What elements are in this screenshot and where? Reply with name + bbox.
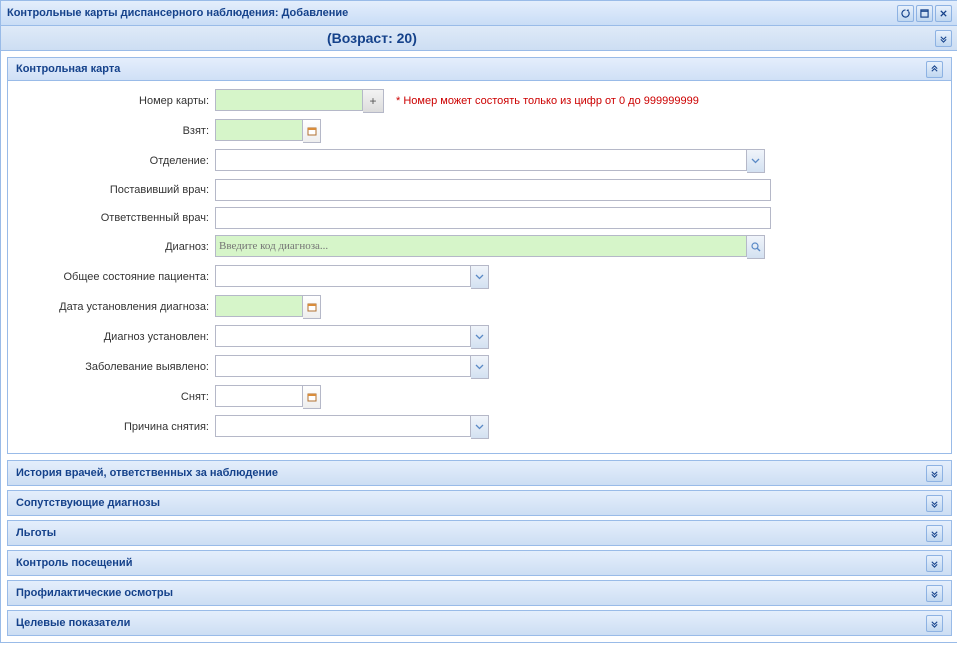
diagnosis-input[interactable] [215, 235, 747, 257]
department-label: Отделение: [14, 155, 215, 167]
collapsed-panel-header[interactable]: Контроль посещений [8, 551, 951, 575]
collapsed-panel-title: Профилактические осмотры [16, 587, 926, 599]
main-panel-header: Контрольная карта [8, 58, 951, 81]
diagnosis-label: Диагноз: [14, 241, 215, 253]
expand-down-icon[interactable] [926, 585, 943, 602]
collapsed-panel-header[interactable]: История врачей, ответственных за наблюде… [8, 461, 951, 485]
chevron-down-icon[interactable] [747, 149, 765, 173]
chevron-down-icon[interactable] [471, 325, 489, 349]
expand-down-icon[interactable] [926, 615, 943, 632]
diagnosis-date-label: Дата установления диагноза: [14, 301, 215, 313]
window-tools [897, 5, 952, 22]
expand-down-icon[interactable] [926, 525, 943, 542]
calendar-icon[interactable] [303, 385, 321, 409]
collapsed-panel: Целевые показатели [7, 610, 952, 636]
diagnosis-set-label: Диагноз установлен: [14, 331, 215, 343]
card-number-hint: * Номер может состоять только из цифр от… [396, 95, 699, 107]
removed-label: Снят: [14, 391, 215, 403]
patient-age-text: (Возраст: 20) [7, 30, 935, 46]
expand-down-icon[interactable] [926, 555, 943, 572]
patient-condition-label: Общее состояние пациента: [14, 271, 215, 283]
main-panel-title: Контрольная карта [16, 63, 926, 75]
search-icon[interactable] [747, 235, 765, 259]
collapsed-panel-header[interactable]: Целевые показатели [8, 611, 951, 635]
chevron-down-icon[interactable] [471, 415, 489, 439]
collapsed-panel: Профилактические осмотры [7, 580, 952, 606]
diagnosis-date-input[interactable] [215, 295, 303, 317]
close-icon[interactable] [935, 5, 952, 22]
main-panel: Контрольная карта Номер карты: + * Номер… [7, 57, 952, 454]
assigning-doctor-input[interactable] [215, 179, 771, 201]
card-number-label: Номер карты: [14, 95, 215, 107]
collapsed-panel-header[interactable]: Льготы [8, 521, 951, 545]
calendar-icon[interactable] [303, 295, 321, 319]
subbar-expand-icon[interactable] [935, 30, 952, 47]
collapsed-panel-header[interactable]: Профилактические осмотры [8, 581, 951, 605]
responsible-doctor-input[interactable] [215, 207, 771, 229]
collapsed-panel-title: Целевые показатели [16, 617, 926, 629]
collapsed-panel: Контроль посещений [7, 550, 952, 576]
window: Контрольные карты диспансерного наблюден… [0, 0, 957, 643]
refresh-icon[interactable] [897, 5, 914, 22]
removed-input[interactable] [215, 385, 303, 407]
collapsed-panel-title: Льготы [16, 527, 926, 539]
collapse-up-icon[interactable] [926, 61, 943, 78]
collapsed-panel-title: Сопутствующие диагнозы [16, 497, 926, 509]
assigning-doctor-label: Поставивший врач: [14, 184, 215, 196]
responsible-doctor-label: Ответственный врач: [14, 212, 215, 224]
collapsed-panel: Льготы [7, 520, 952, 546]
window-title: Контрольные карты диспансерного наблюден… [7, 7, 897, 19]
diagnosis-set-select[interactable] [215, 325, 471, 347]
plus-icon[interactable]: + [363, 89, 384, 113]
removal-reason-label: Причина снятия: [14, 421, 215, 433]
collapsed-panel: Сопутствующие диагнозы [7, 490, 952, 516]
collapsed-panel-title: Контроль посещений [16, 557, 926, 569]
calendar-icon[interactable] [303, 119, 321, 143]
department-select[interactable] [215, 149, 747, 171]
chevron-down-icon[interactable] [471, 355, 489, 379]
disease-found-label: Заболевание выявлено: [14, 361, 215, 373]
main-panel-body: Номер карты: + * Номер может состоять то… [8, 81, 951, 453]
window-titlebar: Контрольные карты диспансерного наблюден… [1, 1, 957, 26]
patient-subbar: (Возраст: 20) [1, 26, 957, 51]
taken-input[interactable] [215, 119, 303, 141]
expand-down-icon[interactable] [926, 465, 943, 482]
collapsed-panel-header[interactable]: Сопутствующие диагнозы [8, 491, 951, 515]
disease-found-select[interactable] [215, 355, 471, 377]
chevron-down-icon[interactable] [471, 265, 489, 289]
card-number-input[interactable] [215, 89, 363, 111]
taken-label: Взят: [14, 125, 215, 137]
removal-reason-select[interactable] [215, 415, 471, 437]
collapsed-panel-title: История врачей, ответственных за наблюде… [16, 467, 926, 479]
expand-down-icon[interactable] [926, 495, 943, 512]
collapsed-panel: История врачей, ответственных за наблюде… [7, 460, 952, 486]
maximize-icon[interactable] [916, 5, 933, 22]
patient-condition-select[interactable] [215, 265, 471, 287]
